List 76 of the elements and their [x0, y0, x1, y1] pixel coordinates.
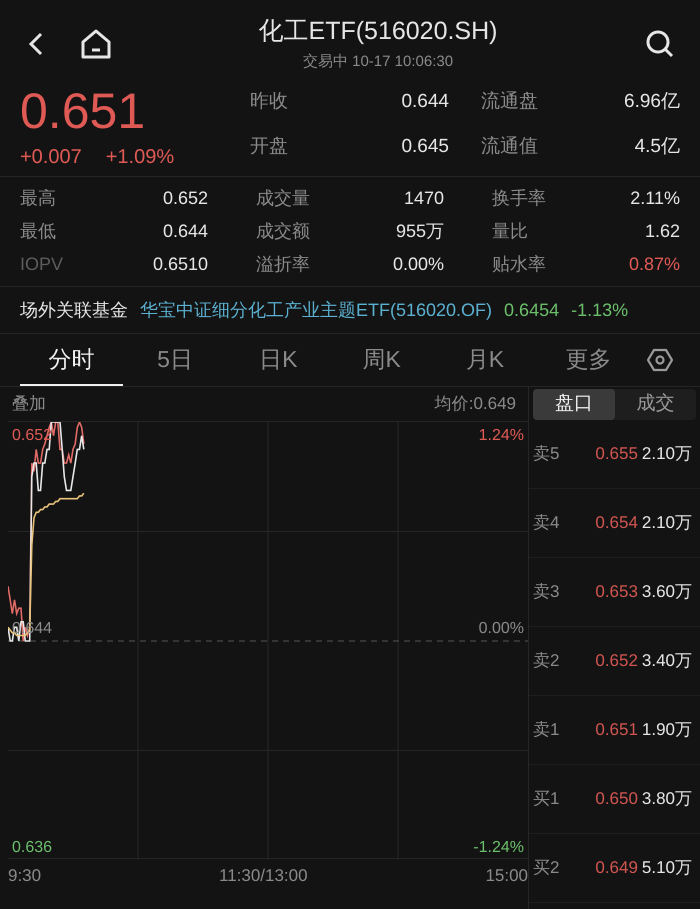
book-volume: 1.90万 — [642, 719, 692, 742]
book-price: 0.649 — [594, 857, 638, 880]
stat-value: 0.87% — [628, 253, 680, 276]
percent-label: 0.00% — [478, 619, 524, 639]
book-tab[interactable]: 盘口 — [533, 389, 614, 420]
chart-tab[interactable]: 日K — [226, 334, 330, 386]
linked-fund-label: 场外关联基金 — [20, 298, 128, 322]
stat-label: 溢折率 — [256, 253, 310, 276]
chart-tab[interactable]: 月K — [433, 334, 537, 386]
stat-value: 0.644 — [401, 90, 449, 114]
settings-icon — [646, 347, 673, 373]
stat-value: 0.645 — [401, 134, 449, 158]
book-price: 0.653 — [594, 581, 638, 604]
book-level: 买1 — [533, 788, 560, 810]
book-level: 卖5 — [533, 443, 560, 466]
stat-label: 开盘 — [250, 134, 288, 158]
percent-label: -1.24% — [473, 838, 524, 858]
change-percent: +1.09% — [106, 145, 174, 170]
book-level: 卖2 — [533, 650, 560, 672]
stat-label: 流通盘 — [481, 90, 538, 114]
stock-title: 化工ETF(516020.SH) — [258, 16, 498, 47]
book-volume: 3.40万 — [642, 650, 692, 672]
time-label: 15:00 — [485, 865, 528, 887]
book-level: 卖4 — [533, 512, 560, 534]
time-label: 9:30 — [8, 865, 42, 887]
book-price: 0.655 — [594, 443, 638, 466]
time-label: 11:30/13:00 — [219, 865, 308, 887]
overlay-label[interactable]: 叠加 — [12, 391, 46, 417]
trading-status: 交易中 10-17 10:06:30 — [302, 52, 454, 72]
chart-tab[interactable]: 周K — [330, 334, 434, 386]
percent-label: 1.24% — [478, 426, 524, 446]
stat-value: 2.11% — [630, 187, 680, 210]
book-price: 0.650 — [594, 788, 638, 810]
price-change: +0.007 — [20, 145, 82, 170]
chart-tab[interactable]: 更多 — [536, 334, 640, 386]
book-price: 0.651 — [594, 719, 638, 742]
stat-label: 昨收 — [250, 90, 288, 114]
stat-label: 最高 — [20, 187, 56, 210]
stat-value: 6.96亿 — [624, 90, 680, 114]
back-icon — [28, 31, 44, 57]
y-axis-label: 0.636 — [12, 838, 52, 858]
stat-label: IOPV — [20, 253, 64, 276]
stat-value: 4.5亿 — [634, 134, 680, 158]
average-price: 均价:0.649 — [434, 393, 516, 416]
book-price: 0.652 — [594, 650, 638, 672]
stat-value: 0.6510 — [152, 253, 208, 276]
book-level: 卖1 — [533, 719, 560, 742]
book-volume: 3.80万 — [642, 788, 692, 810]
stat-label: 换手率 — [492, 187, 546, 210]
chart-tab[interactable]: 5日 — [123, 334, 227, 386]
book-level: 买2 — [533, 857, 560, 880]
linked-fund-link[interactable]: 华宝中证细分化工产业主题ETF(516020.OF) — [140, 296, 492, 324]
stat-label: 流通值 — [481, 134, 538, 158]
current-price: 0.651 — [20, 84, 146, 138]
home-icon — [80, 28, 112, 60]
stat-label: 量比 — [492, 220, 528, 243]
book-volume: 2.10万 — [642, 443, 692, 466]
book-price: 0.654 — [594, 512, 638, 534]
book-volume: 2.10万 — [642, 512, 692, 534]
book-volume: 3.60万 — [642, 581, 692, 604]
stat-value: 0.652 — [162, 187, 208, 210]
book-volume: 5.10万 — [642, 857, 692, 880]
stat-value: 1470 — [404, 187, 444, 210]
stat-value: 0.00% — [392, 253, 444, 276]
fund-nav: 0.6454 — [504, 298, 560, 322]
book-tab[interactable]: 成交 — [614, 389, 696, 420]
stat-label: 成交额 — [256, 220, 310, 243]
fund-change: -1.13% — [571, 298, 628, 322]
search-icon — [645, 29, 675, 59]
stat-label: 成交量 — [256, 187, 310, 210]
stat-value: 955万 — [396, 220, 444, 243]
stat-value: 1.62 — [644, 220, 680, 243]
stat-label: 贴水率 — [492, 253, 546, 276]
stat-value: 0.644 — [162, 220, 208, 243]
stat-label: 最低 — [20, 220, 56, 243]
book-level: 卖3 — [533, 581, 560, 604]
